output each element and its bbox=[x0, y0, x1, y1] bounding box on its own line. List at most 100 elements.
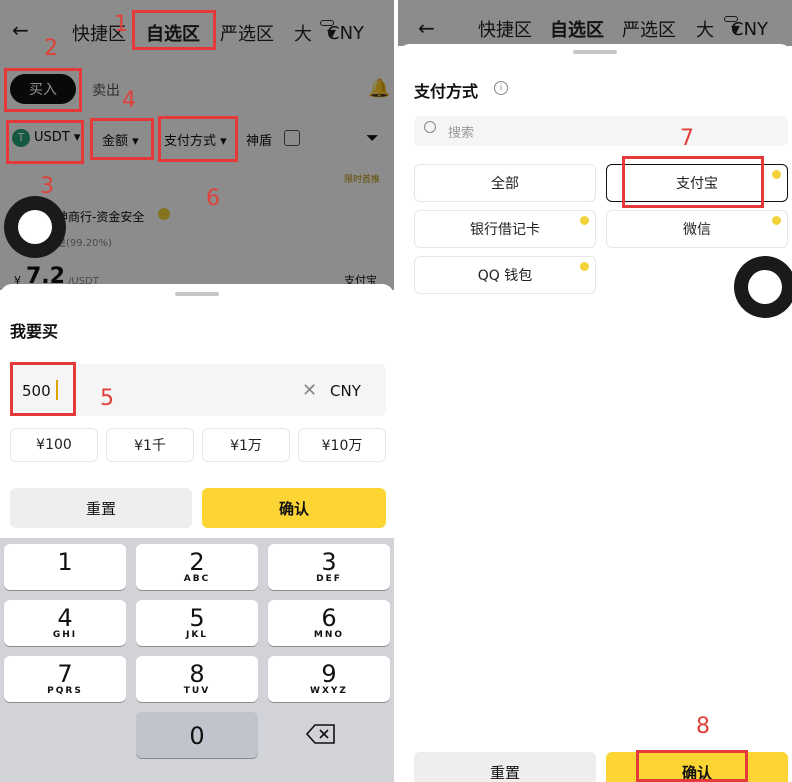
payment-option-alipay[interactable]: 支付宝 bbox=[606, 164, 788, 202]
reset-button[interactable]: 重置 bbox=[414, 752, 596, 782]
quick-amount-label: ¥10万 bbox=[321, 438, 363, 454]
font-size-toggle[interactable]: 大 bbox=[294, 20, 312, 46]
annotation-number: 4 bbox=[122, 88, 136, 113]
search-icon bbox=[424, 121, 436, 133]
confirm-button[interactable]: 确认 bbox=[606, 752, 788, 782]
payment-option-all[interactable]: 全部 bbox=[414, 164, 596, 202]
key-digit: 2 bbox=[189, 548, 205, 576]
amount-filter[interactable]: 金额 ▾ bbox=[102, 130, 139, 149]
annotation-number: 3 bbox=[40, 174, 54, 199]
sheet-handle[interactable] bbox=[573, 50, 617, 54]
payment-option-qq-wallet[interactable]: QQ 钱包 bbox=[414, 256, 596, 294]
text-cursor bbox=[56, 380, 58, 400]
payment-method-sheet: 支付方式 i 搜索 全部 支付宝 银行借记卡 微信 QQ 钱包 重置 确认 bbox=[398, 44, 792, 782]
amount-input[interactable]: 500 bbox=[22, 382, 51, 400]
touch-indicator bbox=[734, 256, 792, 318]
key-8[interactable]: 8 TUV bbox=[136, 656, 258, 702]
quick-amount-10k[interactable]: ¥1万 bbox=[202, 428, 290, 462]
key-9[interactable]: 9 WXYZ bbox=[268, 656, 390, 702]
buy-tab-label: 买入 bbox=[29, 82, 57, 98]
ad-tag: 限时首推 bbox=[343, 175, 380, 185]
key-letters: GHI bbox=[52, 630, 78, 640]
clear-icon[interactable]: ✕ bbox=[302, 380, 317, 401]
reset-button-label: 重置 bbox=[489, 763, 520, 782]
funnel-filter-icon[interactable]: ⏷ bbox=[366, 128, 379, 148]
currency-select[interactable]: CNY ▾ bbox=[724, 16, 768, 40]
key-digit: 1 bbox=[57, 548, 73, 576]
search-box[interactable]: 搜索 bbox=[414, 116, 788, 146]
confirm-button-label: 确认 bbox=[278, 499, 309, 518]
payment-filter[interactable]: 支付方式 ▾ bbox=[164, 130, 227, 149]
coin-filter-label: USDT bbox=[34, 130, 70, 145]
sheet-title: 支付方式 bbox=[414, 82, 479, 101]
font-size-toggle[interactable]: 大 bbox=[696, 16, 714, 42]
key-2[interactable]: 2 ABC bbox=[136, 544, 258, 590]
sheet-handle[interactable] bbox=[175, 292, 219, 296]
reset-button[interactable]: 重置 bbox=[10, 488, 192, 528]
quick-amount-label: ¥1万 bbox=[230, 438, 262, 454]
backspace-key[interactable] bbox=[305, 724, 354, 746]
key-digit: 0 bbox=[189, 722, 205, 750]
key-digit: 7 bbox=[57, 660, 73, 688]
numeric-keypad: 1 2 ABC 3 DEF 4 GHI 5 JKL 6 MNO 7 PQRS 8 TUV 9W… bbox=[0, 538, 394, 782]
merchant-name: 神商行-资金安全 bbox=[56, 210, 145, 224]
payment-option-label: 支付宝 bbox=[676, 176, 718, 192]
key-letters: WXYZ bbox=[310, 686, 348, 696]
tab-self-select[interactable]: 自选区 bbox=[550, 16, 604, 42]
sell-tab[interactable]: 卖出 bbox=[92, 80, 120, 100]
key-3[interactable]: 3 DEF bbox=[268, 544, 390, 590]
quick-amount-100k[interactable]: ¥10万 bbox=[298, 428, 386, 462]
payment-option-label: 全部 bbox=[491, 176, 519, 192]
tab-quick[interactable]: 快捷区 bbox=[478, 16, 532, 42]
buy-tab-button[interactable]: 买入 bbox=[10, 74, 76, 104]
key-digit: 8 bbox=[189, 660, 205, 688]
payment-option-label: QQ 钱包 bbox=[477, 268, 533, 284]
key-letters: TUV bbox=[183, 686, 211, 696]
info-icon[interactable]: i bbox=[494, 81, 508, 95]
key-letters: PQRS bbox=[47, 686, 83, 696]
amount-filter-label: 金额 bbox=[102, 134, 129, 149]
key-0[interactable]: 0 bbox=[136, 712, 258, 758]
quick-amount-label: ¥1千 bbox=[134, 438, 166, 454]
sheet-title: 我要买 bbox=[10, 322, 59, 341]
payment-option-label: 微信 bbox=[683, 222, 711, 238]
key-5[interactable]: 5 JKL bbox=[136, 600, 258, 646]
annotation-number: 2 bbox=[44, 36, 58, 61]
reset-button-label: 重置 bbox=[85, 499, 116, 518]
currency-select[interactable]: CNY ▾ bbox=[320, 20, 364, 44]
shield-checkbox[interactable] bbox=[284, 130, 300, 146]
quick-amount-label: ¥100 bbox=[36, 437, 72, 453]
shield-filter-label: 神盾 bbox=[246, 134, 273, 149]
confirm-button[interactable]: 确认 bbox=[202, 488, 386, 528]
annotation-number: 6 bbox=[206, 186, 220, 211]
wechat-badge-icon bbox=[772, 216, 781, 225]
bank-badge-icon bbox=[580, 216, 589, 225]
payment-option-wechat[interactable]: 微信 bbox=[606, 210, 788, 248]
annotation-number: 1 bbox=[114, 12, 128, 37]
tab-self-select[interactable]: 自选区 bbox=[146, 20, 200, 46]
usdt-coin-icon: T bbox=[12, 129, 30, 147]
amount-currency: CNY bbox=[330, 382, 361, 400]
back-arrow-icon[interactable]: ← bbox=[12, 18, 29, 42]
key-4[interactable]: 4 GHI bbox=[4, 600, 126, 646]
key-1[interactable]: 1 bbox=[4, 544, 126, 590]
coin-filter[interactable]: USDT ▾ bbox=[34, 130, 80, 145]
confirm-button-label: 确认 bbox=[681, 763, 712, 782]
payment-option-bank-card[interactable]: 银行借记卡 bbox=[414, 210, 596, 248]
back-arrow-icon[interactable]: ← bbox=[418, 16, 435, 40]
key-letters: DEF bbox=[316, 574, 342, 584]
key-letters: MNO bbox=[313, 630, 345, 640]
search-placeholder: 搜索 bbox=[448, 126, 475, 141]
tab-strict[interactable]: 严选区 bbox=[622, 16, 676, 42]
buy-amount-sheet: 我要买 500 ✕ CNY ¥100 ¥1千 ¥1万 ¥10万 重置 确认 bbox=[0, 284, 394, 540]
bell-icon[interactable]: 🔔 bbox=[368, 78, 390, 99]
quick-amount-100[interactable]: ¥100 bbox=[10, 428, 98, 462]
key-digit: 6 bbox=[321, 604, 337, 632]
quick-amount-1k[interactable]: ¥1千 bbox=[106, 428, 194, 462]
key-7[interactable]: 7 PQRS bbox=[4, 656, 126, 702]
key-digit: 5 bbox=[189, 604, 205, 632]
tab-strict[interactable]: 严选区 bbox=[220, 20, 274, 46]
key-digit: 9 bbox=[321, 660, 337, 688]
key-6[interactable]: 6 MNO bbox=[268, 600, 390, 646]
caret-down-icon: ▾ bbox=[327, 23, 337, 44]
